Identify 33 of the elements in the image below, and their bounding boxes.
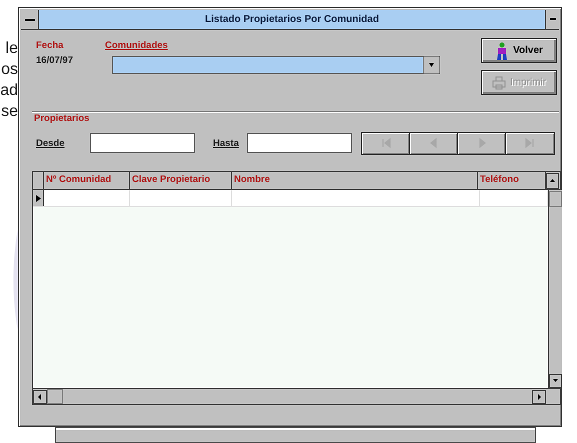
scroll-thumb[interactable] — [47, 389, 63, 404]
column-header: Nº Comunidad — [44, 172, 130, 189]
slide-text: os — [1, 60, 18, 80]
right-arrow-icon — [524, 137, 536, 149]
horizontal-scrollbar[interactable] — [33, 388, 560, 404]
community-label: Comunidades — [105, 40, 169, 51]
exit-button[interactable]: Volver — [481, 38, 557, 63]
to-field[interactable] — [247, 133, 352, 153]
community-dropdown[interactable] — [112, 56, 440, 74]
scroll-thumb[interactable] — [549, 191, 562, 207]
date-value: 16/07/97 — [36, 55, 74, 66]
row-pointer-icon — [36, 194, 40, 202]
from-field[interactable] — [90, 133, 195, 153]
left-arrow-icon — [380, 137, 392, 149]
date-label: Fecha — [36, 40, 64, 51]
slide-text: ad — [0, 81, 18, 101]
minimize-button[interactable] — [545, 10, 559, 29]
figure-icon — [495, 42, 510, 60]
column-header: Nombre — [232, 172, 478, 189]
printer-icon — [492, 76, 506, 90]
vertical-scrollbar[interactable] — [548, 190, 562, 388]
left-arrow-icon — [428, 137, 440, 149]
from-label: Desde — [36, 138, 66, 148]
to-label: Hasta — [213, 138, 240, 148]
dropdown-arrow-icon — [423, 56, 440, 74]
minimize-icon — [550, 18, 556, 21]
slide-text: le — [6, 39, 18, 59]
column-header: Clave Propietario — [130, 172, 232, 189]
menu-bar-icon — [24, 18, 34, 22]
system-menu-button[interactable] — [21, 10, 39, 29]
owners-group-label: Propietarios — [34, 113, 90, 124]
window-title: Listado Propietarios Por Comunidad — [204, 14, 380, 25]
slide-text: se — [1, 102, 18, 122]
